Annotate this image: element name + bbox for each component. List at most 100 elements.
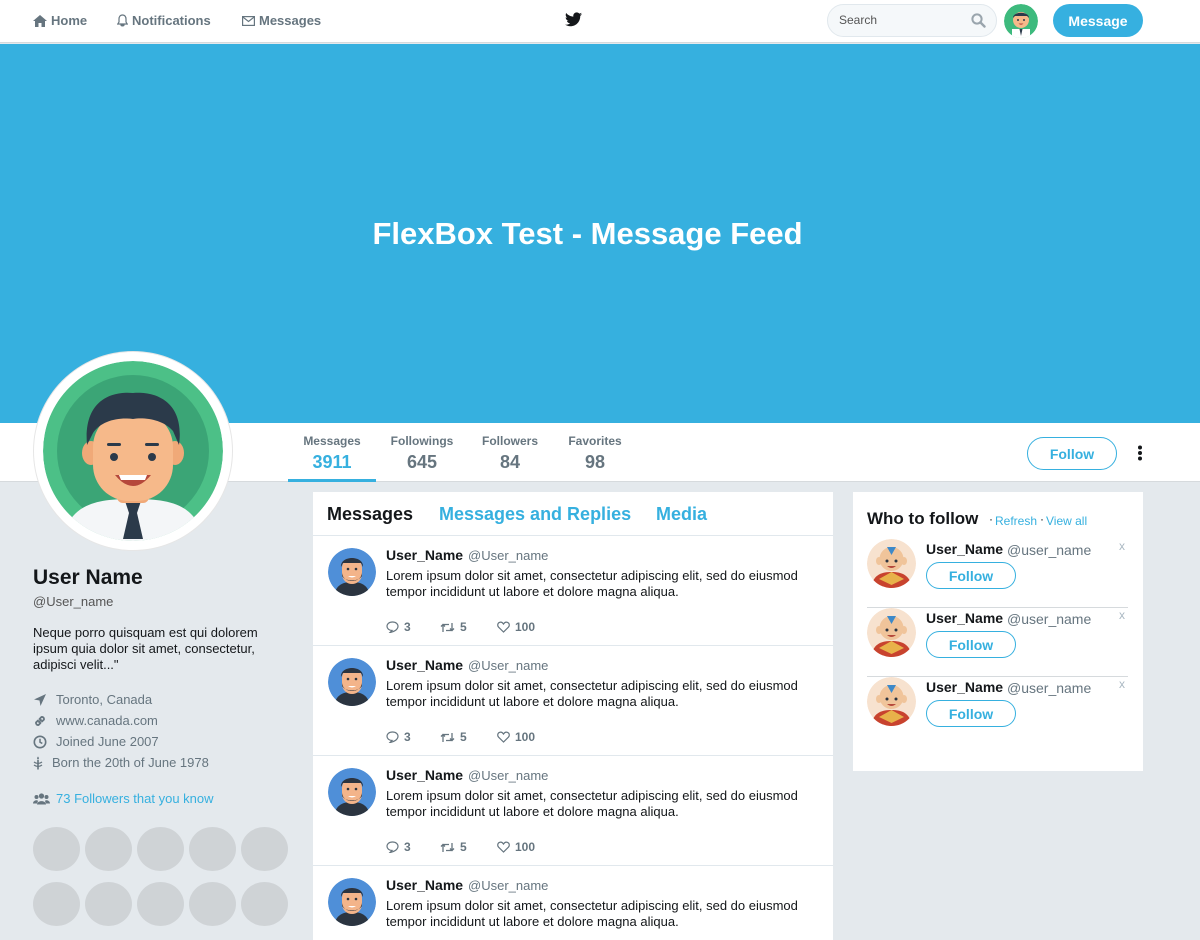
like-action[interactable]: 100 xyxy=(497,730,535,744)
tweet-avatar[interactable] xyxy=(328,658,376,706)
like-action[interactable]: 100 xyxy=(497,840,535,854)
reply-count: 3 xyxy=(404,620,411,634)
tweet-avatar[interactable] xyxy=(328,548,376,596)
bell-icon xyxy=(117,14,128,27)
suggestion-follow-button[interactable]: Follow xyxy=(926,700,1016,727)
follower-avatar-placeholder[interactable] xyxy=(33,882,80,926)
suggestion-handle[interactable]: @user_name xyxy=(1007,542,1091,558)
suggestion-follow-button[interactable]: Follow xyxy=(926,631,1016,658)
retweet-action[interactable]: 5 xyxy=(440,730,467,744)
tab-messages[interactable]: Messages xyxy=(327,504,413,525)
envelope-icon xyxy=(242,15,255,26)
retweet-action[interactable]: 5 xyxy=(440,620,467,634)
follow-button[interactable]: Follow xyxy=(1027,437,1117,470)
follower-avatar-placeholder[interactable] xyxy=(241,827,288,871)
tab-media[interactable]: Media xyxy=(656,504,707,525)
like-action[interactable]: 100 xyxy=(497,620,535,634)
reply-icon xyxy=(386,841,399,853)
tweet-text: Lorem ipsum dolor sit amet, consectetur … xyxy=(386,568,798,599)
tweet-author-name[interactable]: User_Name xyxy=(386,657,463,673)
nav-notifications-link[interactable]: Notifications xyxy=(117,13,211,28)
follower-avatar-placeholder[interactable] xyxy=(137,882,184,926)
tweet-author-handle[interactable]: @User_name xyxy=(468,768,548,783)
profile-avatar[interactable] xyxy=(34,352,232,550)
banner-title: FlexBox Test - Message Feed xyxy=(372,216,803,251)
tweet-author-name[interactable]: User_Name xyxy=(386,877,463,893)
suggestion-avatar[interactable] xyxy=(867,677,916,726)
stat-value: 645 xyxy=(406,452,438,472)
retweet-icon xyxy=(440,622,455,632)
birthday-icon xyxy=(33,756,43,769)
stat-messages[interactable]: Messages 3911 xyxy=(288,423,376,482)
suggestion-follow-button[interactable]: Follow xyxy=(926,562,1016,589)
nav-messages-link[interactable]: Messages xyxy=(242,13,321,28)
nav-user-avatar[interactable] xyxy=(1004,4,1038,38)
retweet-action[interactable]: 5 xyxy=(440,840,467,854)
stat-favorites[interactable]: Favorites 98 xyxy=(558,423,632,482)
reply-action[interactable]: 3 xyxy=(386,730,411,744)
profile-birthday: Born the 20th of June 1978 xyxy=(33,755,209,770)
dismiss-suggestion-button[interactable]: x xyxy=(1119,539,1125,553)
stat-value: 84 xyxy=(499,452,521,472)
users-icon xyxy=(33,792,50,804)
dismiss-suggestion-button[interactable]: x xyxy=(1119,677,1125,691)
reply-count: 3 xyxy=(404,730,411,744)
tweet-author-name[interactable]: User_Name xyxy=(386,547,463,563)
tweet-item[interactable]: User_Name @User_name Lorem ipsum dolor sit… xyxy=(313,646,833,756)
suggestion-handle[interactable]: @user_name xyxy=(1007,611,1091,627)
tweet-avatar[interactable] xyxy=(328,768,376,816)
tweet-item[interactable]: User_Name @User_name Lorem ipsum dolor sit… xyxy=(313,756,833,866)
suggestion-name[interactable]: User_Name xyxy=(926,610,1003,626)
home-icon xyxy=(33,14,47,27)
suggestion-avatar[interactable] xyxy=(867,539,916,588)
heart-icon xyxy=(497,621,510,633)
tweet-author-name[interactable]: User_Name xyxy=(386,767,463,783)
retweet-count: 5 xyxy=(460,620,467,634)
suggestion-name[interactable]: User_Name xyxy=(926,541,1003,557)
profile-handle: @User_name xyxy=(33,594,114,609)
profile-location: Toronto, Canada xyxy=(33,692,152,707)
retweet-icon xyxy=(440,842,455,852)
follower-avatar-placeholder[interactable] xyxy=(189,882,236,926)
follow-suggestion: User_Name @user_name x Follow xyxy=(867,677,1128,746)
tweet-text: Lorem ipsum dolor sit amet, consectetur … xyxy=(386,898,798,929)
follower-avatar-placeholder[interactable] xyxy=(85,827,132,871)
suggestion-avatar[interactable] xyxy=(867,608,916,657)
message-button[interactable]: Message xyxy=(1053,4,1143,37)
stat-followers[interactable]: Followers 84 xyxy=(472,423,548,482)
nav-home-link[interactable]: Home xyxy=(33,13,87,28)
search-icon[interactable] xyxy=(971,13,986,28)
twitter-bird-icon[interactable] xyxy=(565,12,582,27)
followers-you-know-link[interactable]: 73 Followers that you know xyxy=(33,791,214,806)
retweet-count: 5 xyxy=(460,840,467,854)
more-vertical-icon[interactable] xyxy=(1136,445,1144,461)
nav-notifications-label: Notifications xyxy=(132,13,211,28)
tweet-item[interactable]: User_Name @User_name Lorem ipsum dolor sit… xyxy=(313,536,833,646)
refresh-link[interactable]: Refresh xyxy=(995,514,1037,528)
tweet-avatar[interactable] xyxy=(328,878,376,926)
view-all-link[interactable]: View all xyxy=(1046,514,1087,528)
suggestion-handle[interactable]: @user_name xyxy=(1007,680,1091,696)
follower-avatar-placeholder[interactable] xyxy=(137,827,184,871)
who-to-follow-title: Who to follow xyxy=(867,509,979,528)
like-count: 100 xyxy=(515,620,536,634)
tweet-author-handle[interactable]: @User_name xyxy=(468,548,548,563)
search-input[interactable] xyxy=(839,13,964,27)
location-text: Toronto, Canada xyxy=(56,692,153,707)
follower-avatar-placeholder[interactable] xyxy=(85,882,132,926)
suggestion-name[interactable]: User_Name xyxy=(926,679,1003,695)
tweet-author-handle[interactable]: @User_name xyxy=(468,658,548,673)
tweet-item[interactable]: User_Name @User_name Lorem ipsum dolor sit… xyxy=(313,866,833,940)
tweet-author-handle[interactable]: @User_name xyxy=(468,878,548,893)
feed-tabs: Messages Messages and Replies Media xyxy=(313,492,833,536)
reply-action[interactable]: 3 xyxy=(386,620,411,634)
message-feed: Messages Messages and Replies Media User… xyxy=(313,492,833,940)
profile-website[interactable]: www.canada.com xyxy=(33,713,158,728)
tab-messages-and-replies[interactable]: Messages and Replies xyxy=(439,504,631,525)
follower-avatar-placeholder[interactable] xyxy=(189,827,236,871)
follower-avatar-placeholder[interactable] xyxy=(33,827,80,871)
reply-action[interactable]: 3 xyxy=(386,840,411,854)
stat-followings[interactable]: Followings 645 xyxy=(382,423,462,482)
dismiss-suggestion-button[interactable]: x xyxy=(1119,608,1125,622)
follower-avatar-placeholder[interactable] xyxy=(241,882,288,926)
